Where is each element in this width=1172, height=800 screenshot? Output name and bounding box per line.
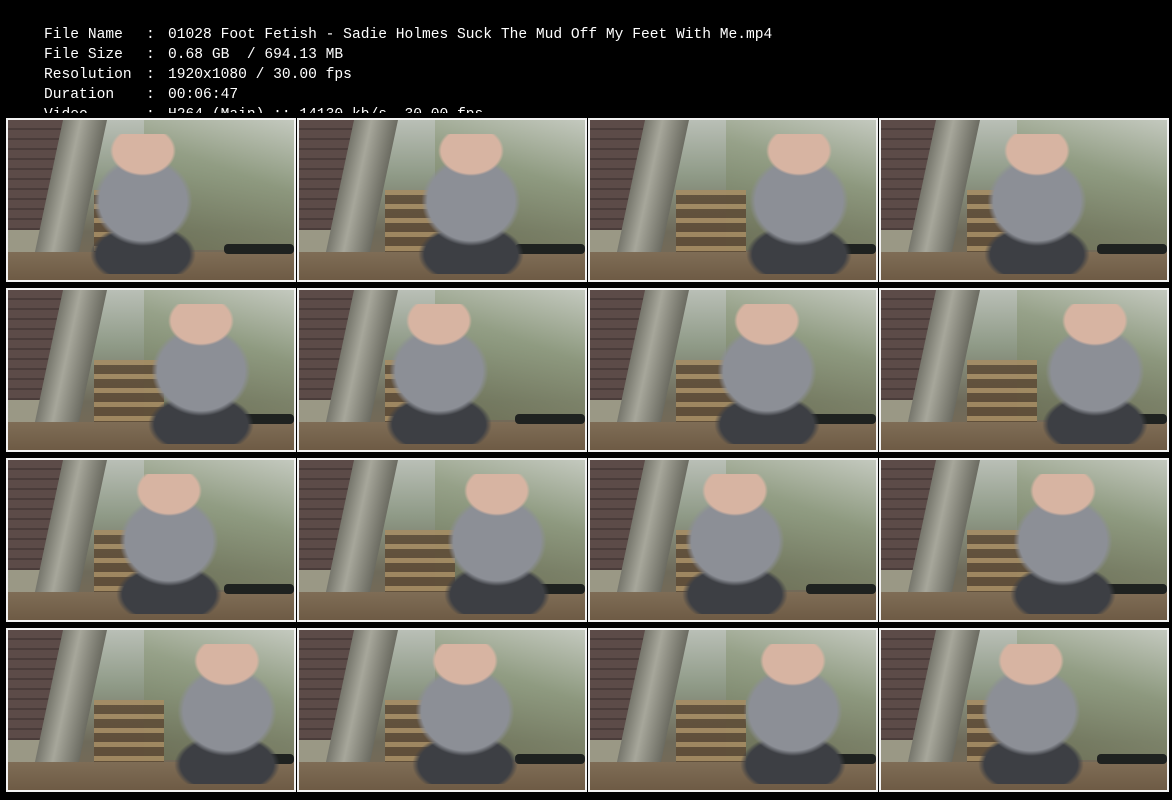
thumbnail-figure: [172, 644, 282, 784]
thumbnail-figure: [744, 134, 854, 274]
video-thumbnail: [588, 458, 878, 622]
video-thumbnail: [588, 288, 878, 452]
thumbnail-figure: [146, 304, 256, 444]
video-thumbnail: [6, 118, 296, 282]
info-header: File Name:01028 Foot Fetish - Sadie Holm…: [0, 0, 1172, 123]
video-thumbnail: [297, 458, 587, 622]
thumbnail-pipe: [1097, 244, 1167, 254]
resolution-row: Resolution:1920x1080 / 30.00 fps: [9, 45, 352, 83]
video-thumbnail: [879, 458, 1169, 622]
thumbnail-figure: [88, 134, 198, 274]
thumbnail-pipe: [224, 584, 294, 594]
video-thumbnail: [879, 118, 1169, 282]
video-thumbnail: [588, 628, 878, 792]
thumbnail-pipe: [515, 414, 585, 424]
video-thumbnail: [297, 118, 587, 282]
video-thumbnail: [6, 458, 296, 622]
thumbnail-figure: [976, 644, 1086, 784]
video-row: Video:H264 (Main) :: 14130 kb/s, 30.00 f…: [9, 85, 483, 123]
thumbnail-pipe: [224, 244, 294, 254]
thumbnail-figure: [712, 304, 822, 444]
thumbnail-pipe: [806, 584, 876, 594]
thumbnail-figure: [410, 644, 520, 784]
thumbnail-figure: [738, 644, 848, 784]
file-name-row: File Name:01028 Foot Fetish - Sadie Holm…: [9, 5, 772, 43]
video-thumbnail: [879, 288, 1169, 452]
thumbnail-pipe: [1097, 754, 1167, 764]
video-thumbnail: [6, 628, 296, 792]
file-size-row: File Size:0.68 GB / 694.13 MB: [9, 25, 343, 63]
video-thumbnail: [297, 288, 587, 452]
thumbnail-figure: [1008, 474, 1118, 614]
thumbnail-figure: [384, 304, 494, 444]
thumbnail-pipe: [515, 754, 585, 764]
thumbnail-figure: [982, 134, 1092, 274]
thumbnail-figure: [680, 474, 790, 614]
video-thumbnail: [879, 628, 1169, 792]
video-thumbnail: [297, 628, 587, 792]
thumbnail-grid: [0, 113, 1172, 800]
duration-row: Duration:00:06:47: [9, 65, 238, 103]
video-thumbnail: [6, 288, 296, 452]
thumbnail-figure: [1040, 304, 1150, 444]
video-thumbnail: [588, 118, 878, 282]
thumbnail-figure: [114, 474, 224, 614]
thumbnail-figure: [442, 474, 552, 614]
thumbnail-figure: [416, 134, 526, 274]
